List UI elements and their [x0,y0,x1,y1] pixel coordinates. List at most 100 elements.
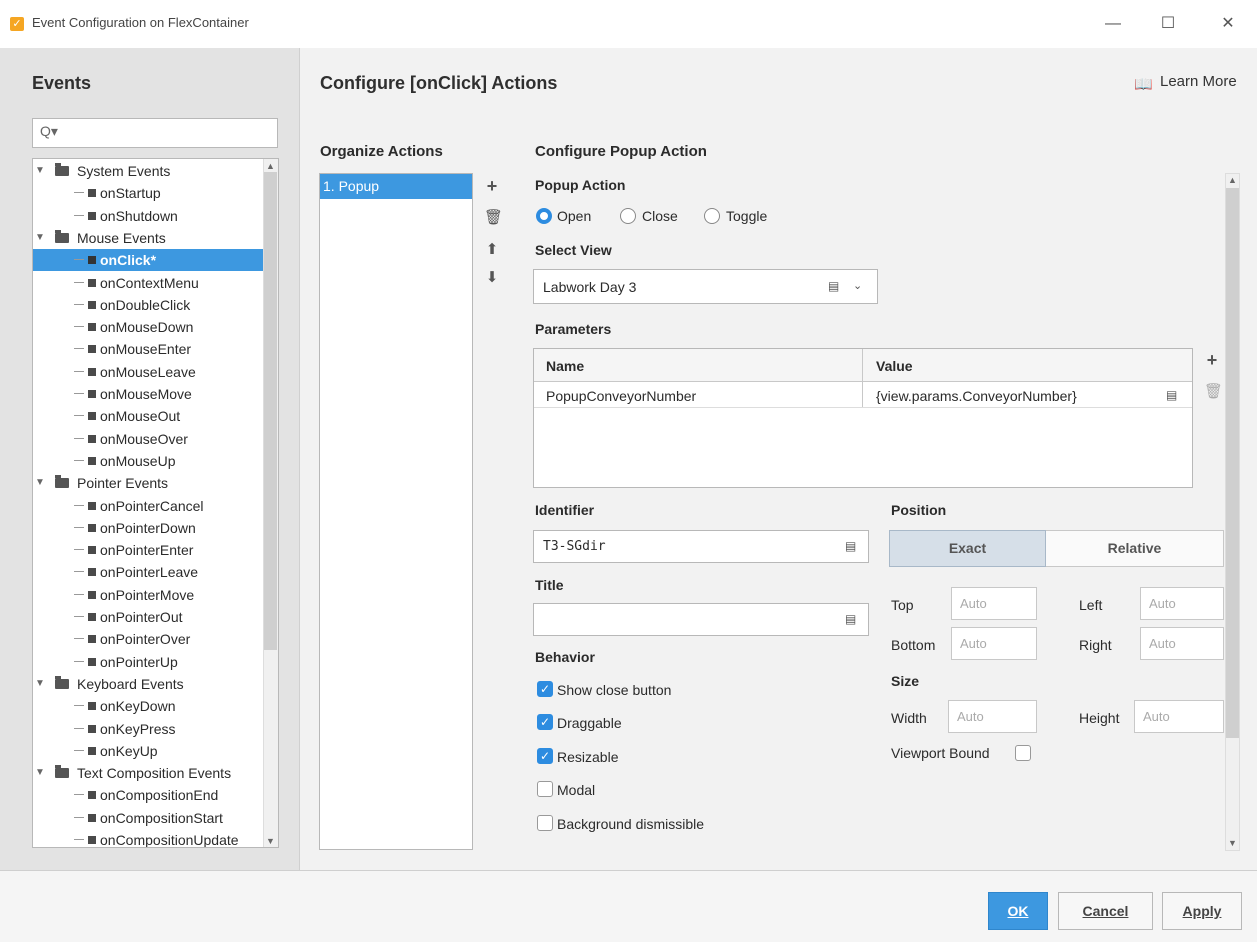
tree-item[interactable]: onCompositionUpdate [33,829,263,847]
show-close-button-checkbox[interactable]: ✓ [537,681,553,697]
tree-item[interactable]: onKeyDown [33,695,263,717]
tree-item[interactable]: onPointerMove [33,584,263,606]
expand-icon[interactable]: ▼ [35,227,45,249]
action-item-popup[interactable]: 1. Popup [320,174,472,199]
position-exact-button[interactable]: Exact [889,530,1046,567]
tree-item[interactable]: onMouseEnter [33,338,263,360]
events-tree-scroll-thumb[interactable] [264,172,277,650]
chevron-down-icon[interactable]: ⌄ [853,279,862,292]
tree-group[interactable]: ▼ Mouse Events [33,227,263,249]
tree-group[interactable]: ▼ Text Composition Events [33,762,263,784]
tree-connector [74,326,84,328]
resizable-label: Resizable [557,749,619,765]
tree-item[interactable]: onPointerLeave [33,561,263,583]
bottom-field[interactable]: Auto [951,627,1037,660]
config-scroll-thumb[interactable] [1226,188,1239,738]
tree-item[interactable]: onCompositionStart [33,807,263,829]
modal-checkbox[interactable] [537,781,553,797]
add-parameter-icon[interactable]: + [1204,350,1220,370]
tree-item[interactable]: onPointerCancel [33,495,263,517]
width-field[interactable]: Auto [948,700,1037,733]
tree-item[interactable]: onContextMenu [33,272,263,294]
tree-item[interactable]: onMouseLeave [33,361,263,383]
tree-item[interactable]: onPointerOver [33,628,263,650]
binding-icon[interactable]: ▤ [845,612,856,626]
events-heading: Events [32,73,92,93]
background-dismissible-checkbox[interactable] [537,815,553,831]
expand-icon[interactable]: ▼ [35,160,45,182]
tree-item[interactable]: onKeyPress [33,718,263,740]
binding-icon[interactable]: ▤ [1166,388,1177,402]
trash-icon[interactable]: 🗑 [484,208,503,226]
tree-item[interactable]: onPointerUp [33,651,263,673]
width-label: Width [891,710,927,726]
right-label: Right [1079,637,1112,653]
trash-icon[interactable]: 🗑 [1204,382,1223,400]
param-value-cell[interactable]: {view.params.ConveyorNumber} [876,388,1077,404]
scroll-down-icon[interactable]: ▼ [266,836,275,846]
book-icon[interactable]: 📖 [1134,75,1153,93]
popup-action-label: Popup Action [535,177,626,193]
tree-connector [74,259,84,261]
maximize-button[interactable]: ☐ [1148,10,1188,38]
binding-icon[interactable]: ▤ [845,539,856,553]
tree-label: onMouseDown [100,319,194,336]
expand-icon[interactable]: ▼ [35,762,45,784]
tree-connector [74,660,84,662]
cancel-button[interactable]: Cancel [1058,892,1153,930]
search-icon[interactable]: Q▾ [40,123,58,140]
tree-item[interactable]: onMouseDown [33,316,263,338]
position-relative-button[interactable]: Relative [1046,530,1224,567]
radio-toggle[interactable] [704,208,720,224]
tree-item[interactable]: onPointerEnter [33,539,263,561]
tree-item[interactable]: onMouseMove [33,383,263,405]
list-icon[interactable]: ▤ [828,279,839,293]
tree-item[interactable]: onPointerOut [33,606,263,628]
learn-more-link[interactable]: Learn More [1160,73,1237,90]
add-action-icon[interactable]: + [484,176,500,196]
tree-item[interactable]: onPointerDown [33,517,263,539]
radio-open[interactable] [536,208,552,224]
tree-item[interactable]: onShutdown [33,205,263,227]
tree-item[interactable]: onCompositionEnd [33,784,263,806]
tree-label: onKeyDown [100,698,176,715]
expand-icon[interactable]: ▼ [35,472,45,494]
tree-item[interactable]: onKeyUp [33,740,263,762]
title-field[interactable] [533,603,869,636]
scroll-up-icon[interactable]: ▲ [1228,175,1237,185]
event-icon [88,836,96,844]
tree-group[interactable]: ▼ Keyboard Events [33,673,263,695]
radio-close[interactable] [620,208,636,224]
right-field[interactable]: Auto [1140,627,1224,660]
top-field[interactable]: Auto [951,587,1037,620]
expand-icon[interactable]: ▼ [35,673,45,695]
tree-group[interactable]: ▼ Pointer Events [33,472,263,494]
ok-button[interactable]: OK [988,892,1048,930]
param-name-cell[interactable]: PopupConveyorNumber [546,388,696,404]
event-icon [88,434,96,443]
resizable-checkbox[interactable]: ✓ [537,748,553,764]
minimize-button[interactable]: — [1093,10,1133,38]
draggable-checkbox[interactable]: ✓ [537,714,553,730]
tree-group[interactable]: ▼ System Events [33,160,263,182]
left-field[interactable]: Auto [1140,587,1224,620]
tree-item[interactable]: onStartup [33,182,263,204]
event-icon [88,323,96,332]
viewport-bound-checkbox[interactable] [1015,745,1031,761]
apply-button[interactable]: Apply [1162,892,1242,930]
tree-item[interactable]: onMouseOut [33,405,263,427]
scroll-up-icon[interactable]: ▲ [266,161,275,171]
scroll-down-icon[interactable]: ▼ [1228,838,1237,848]
close-window-button[interactable]: ✕ [1208,10,1248,38]
tree-item[interactable]: onMouseUp [33,450,263,472]
event-icon [88,568,96,577]
move-down-icon[interactable]: ⬇ [484,268,500,286]
height-field[interactable]: Auto [1134,700,1224,733]
events-search-input[interactable] [32,118,278,148]
tree-item[interactable]: onClick* [33,249,263,272]
tree-label: onPointerMove [100,586,195,603]
tree-item[interactable]: onMouseOver [33,428,263,450]
move-up-icon[interactable]: ⬆ [484,240,500,258]
params-header-name: Name [546,358,585,374]
tree-item[interactable]: onDoubleClick [33,294,263,316]
